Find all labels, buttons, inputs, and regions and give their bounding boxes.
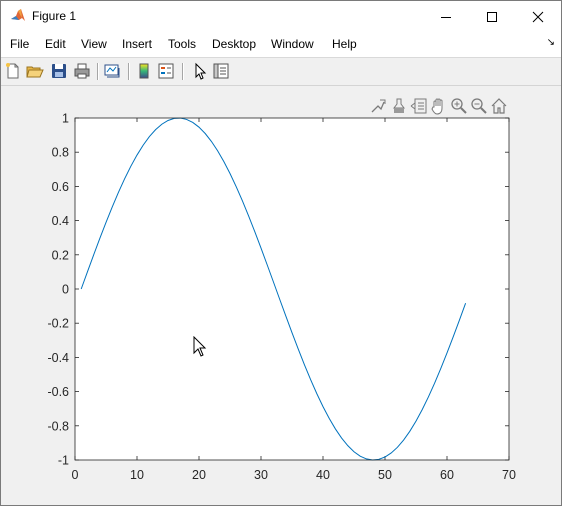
open-file-icon[interactable] [26, 62, 44, 80]
axes-background [75, 118, 509, 460]
menu-view[interactable]: View [81, 37, 107, 51]
figure-toolbar [1, 58, 561, 86]
matlab-logo-icon [11, 9, 25, 21]
y-tick-label: 0.8 [52, 146, 69, 160]
close-icon [532, 11, 544, 22]
y-tick-label: 0.2 [52, 248, 69, 262]
menu-insert[interactable]: Insert [122, 37, 152, 51]
minimize-button[interactable] [423, 1, 469, 32]
menu-desktop[interactable]: Desktop [212, 37, 256, 51]
save-icon[interactable] [50, 62, 68, 80]
y-tick-label: 1 [62, 112, 69, 126]
y-tick-label: -0.8 [47, 419, 69, 433]
minimize-icon [441, 16, 451, 18]
maximize-button[interactable] [469, 1, 515, 32]
menu-help[interactable]: Help [332, 37, 357, 51]
plot-axes-svg[interactable]: 0 10 20 30 40 50 60 70 -1 -0.8 -0.6 -0.4 -0.2 0 0.2 0.4… [1, 86, 561, 505]
menu-file[interactable]: File [10, 37, 29, 51]
y-tick-label: -1 [58, 454, 69, 468]
y-tick-label: 0 [62, 283, 69, 297]
x-tick-label: 50 [378, 468, 392, 482]
x-tick-label: 0 [72, 468, 79, 482]
x-tick-label: 70 [502, 468, 516, 482]
menu-window[interactable]: Window [271, 37, 314, 51]
close-button[interactable] [515, 1, 561, 32]
print-icon[interactable] [73, 62, 91, 80]
menu-edit[interactable]: Edit [45, 37, 66, 51]
x-tick-label: 10 [130, 468, 144, 482]
menu-bar: File Edit View Insert Tools Desktop Wind… [1, 32, 561, 58]
dock-arrow-icon[interactable]: ↘ [547, 37, 555, 48]
figure-window: Figure 1 File Edit View Insert Tools Des… [0, 0, 562, 506]
insert-colorbar-icon[interactable] [135, 62, 153, 80]
y-tick-label: 0.4 [52, 214, 69, 228]
toolbar-separator [128, 63, 130, 80]
title-bar[interactable]: Figure 1 [1, 1, 561, 32]
y-tick-label: -0.2 [47, 317, 69, 331]
y-tick-label: -0.6 [47, 385, 69, 399]
new-figure-icon[interactable] [4, 62, 22, 80]
x-tick-label: 30 [254, 468, 268, 482]
mouse-cursor-icon [193, 336, 207, 357]
figure-canvas: 0 10 20 30 40 50 60 70 -1 -0.8 -0.6 -0.4 -0.2 0 0.2 0.4… [1, 86, 561, 505]
edit-plot-icon[interactable] [190, 62, 208, 80]
insert-legend-icon[interactable] [157, 62, 175, 80]
x-tick-label: 20 [192, 468, 206, 482]
menu-tools[interactable]: Tools [168, 37, 196, 51]
maximize-icon [487, 11, 497, 22]
y-tick-label: 0.6 [52, 180, 69, 194]
y-tick-label: -0.4 [47, 351, 69, 365]
x-tick-label: 60 [440, 468, 454, 482]
property-inspector-icon[interactable] [212, 62, 230, 80]
toolbar-separator [182, 63, 184, 80]
window-title: Figure 1 [32, 9, 77, 23]
toolbar-separator [97, 63, 99, 80]
link-plot-icon[interactable] [103, 62, 121, 80]
x-tick-label: 40 [316, 468, 330, 482]
